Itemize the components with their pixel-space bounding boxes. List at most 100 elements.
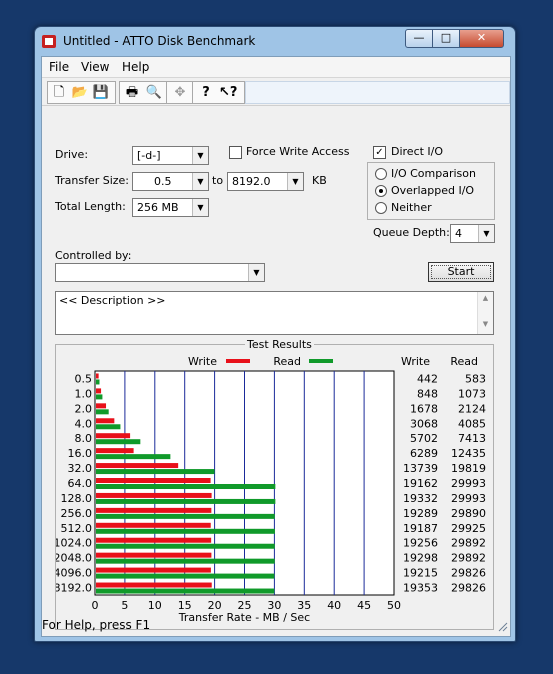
category-label: 4.0 xyxy=(75,417,93,430)
category-label: 128.0 xyxy=(61,492,93,505)
menu-file[interactable]: File xyxy=(49,60,69,74)
read-value: 29892 xyxy=(451,552,486,565)
category-label: 0.5 xyxy=(75,372,93,385)
total-length-select[interactable]: 256 MB ▼ xyxy=(132,198,209,217)
io-mode-group: I/O Comparison Overlapped I/O Neither xyxy=(367,162,495,220)
description-scrollbar[interactable]: ▲ ▼ xyxy=(477,292,493,334)
transfer-to-value: 8192.0 xyxy=(232,175,271,188)
save-icon[interactable]: 💾 xyxy=(92,84,110,101)
menu-view[interactable]: View xyxy=(81,60,109,74)
write-value: 848 xyxy=(417,387,438,400)
x-tick-label: 10 xyxy=(148,599,162,612)
print-icon[interactable]: 🖶 xyxy=(123,84,141,101)
write-bar xyxy=(96,403,107,409)
x-tick-label: 45 xyxy=(357,599,371,612)
write-bar xyxy=(96,582,212,588)
write-bar xyxy=(96,433,131,439)
read-bar xyxy=(96,439,141,445)
write-value: 19187 xyxy=(403,522,438,535)
write-value: 19215 xyxy=(403,567,438,580)
move-icon[interactable]: ✥ xyxy=(171,84,189,101)
legend-read-swatch xyxy=(309,359,333,363)
transfer-size-from-select[interactable]: 0.5 ▼ xyxy=(132,172,209,191)
toolbar-tools-group: 🖶 🔍 ✥ ? ↖? xyxy=(119,81,245,104)
read-bar xyxy=(96,558,275,564)
io-comparison-radio[interactable] xyxy=(375,168,387,180)
read-column-header: Read xyxy=(450,355,478,368)
menu-bar: File View Help xyxy=(42,57,510,78)
write-value: 19298 xyxy=(403,552,438,565)
to-label: to xyxy=(212,174,224,187)
app-window: Untitled - ATTO Disk Benchmark — □ ✕ Fil… xyxy=(34,26,516,642)
transfer-size-label: Transfer Size: xyxy=(55,174,130,187)
transfer-from-value: 0.5 xyxy=(154,175,172,188)
chevron-down-icon[interactable]: ▼ xyxy=(248,264,264,281)
close-button[interactable]: ✕ xyxy=(459,29,504,48)
chevron-down-icon[interactable]: ▼ xyxy=(287,173,303,190)
read-bar xyxy=(96,498,276,504)
context-help-icon[interactable]: ↖? xyxy=(219,84,237,101)
menu-help[interactable]: Help xyxy=(122,60,149,74)
chevron-down-icon[interactable]: ▼ xyxy=(192,199,208,216)
direct-io-label: Direct I/O xyxy=(391,145,444,158)
read-value: 19819 xyxy=(451,462,486,475)
read-bar xyxy=(96,543,275,549)
category-label: 256.0 xyxy=(61,507,93,520)
direct-io-checkbox[interactable]: ✓ xyxy=(373,146,386,159)
read-bar xyxy=(96,573,275,579)
read-value: 29993 xyxy=(451,477,486,490)
chevron-down-icon[interactable]: ▼ xyxy=(192,147,208,164)
read-value: 29826 xyxy=(451,567,486,580)
read-value: 1073 xyxy=(458,387,486,400)
read-value: 583 xyxy=(465,372,486,385)
neither-radio[interactable] xyxy=(375,202,387,214)
toolbar: 🗋 📂 💾 🖶 🔍 ✥ ? ↖? xyxy=(42,78,510,106)
drive-select[interactable]: [-d-] ▼ xyxy=(132,146,209,165)
window-title: Untitled - ATTO Disk Benchmark xyxy=(63,34,256,48)
chevron-down-icon[interactable]: ▼ xyxy=(192,173,208,190)
read-value: 29892 xyxy=(451,537,486,550)
toolbar-empty-area xyxy=(245,81,510,104)
transfer-size-to-select[interactable]: 8192.0 ▼ xyxy=(227,172,304,191)
write-value: 442 xyxy=(417,372,438,385)
write-bar xyxy=(96,492,212,498)
write-bar xyxy=(96,522,211,528)
category-label: 4096.0 xyxy=(56,567,92,580)
force-write-checkbox[interactable] xyxy=(229,146,242,159)
read-bar xyxy=(96,454,171,460)
x-tick-label: 50 xyxy=(387,599,401,612)
legend-write-swatch xyxy=(226,359,250,363)
read-bar xyxy=(96,588,275,594)
x-tick-label: 5 xyxy=(121,599,128,612)
description-textarea[interactable]: << Description >> ▲ ▼ xyxy=(55,291,494,335)
io-comparison-label: I/O Comparison xyxy=(391,167,476,180)
print-preview-icon[interactable]: 🔍 xyxy=(145,84,163,101)
overlapped-io-radio[interactable] xyxy=(375,185,387,197)
maximize-button[interactable]: □ xyxy=(432,29,460,48)
write-bar xyxy=(96,418,115,424)
start-button[interactable]: Start xyxy=(428,262,494,282)
read-value: 29925 xyxy=(451,522,486,535)
write-value: 13739 xyxy=(403,462,438,475)
read-bar xyxy=(96,379,100,385)
chevron-down-icon[interactable]: ▼ xyxy=(478,225,494,242)
read-bar xyxy=(96,394,103,400)
write-bar xyxy=(96,388,102,394)
open-icon[interactable]: 📂 xyxy=(71,84,89,101)
write-value: 19332 xyxy=(403,492,438,505)
controlled-by-select[interactable]: ▼ xyxy=(55,263,265,282)
queue-depth-select[interactable]: 4 ▼ xyxy=(450,224,495,243)
title-bar[interactable]: Untitled - ATTO Disk Benchmark — □ ✕ xyxy=(35,27,515,55)
new-icon[interactable]: 🗋 xyxy=(50,84,68,101)
resize-grip-icon[interactable] xyxy=(35,613,515,633)
category-label: 8192.0 xyxy=(56,582,92,595)
drive-value: [-d-] xyxy=(137,149,161,162)
help-icon[interactable]: ? xyxy=(197,84,215,101)
write-value: 19289 xyxy=(403,507,438,520)
category-label: 8.0 xyxy=(75,432,93,445)
neither-label: Neither xyxy=(391,201,432,214)
minimize-button[interactable]: — xyxy=(405,29,433,48)
overlapped-io-label: Overlapped I/O xyxy=(391,184,475,197)
total-length-value: 256 MB xyxy=(137,201,179,214)
write-bar xyxy=(96,567,211,573)
